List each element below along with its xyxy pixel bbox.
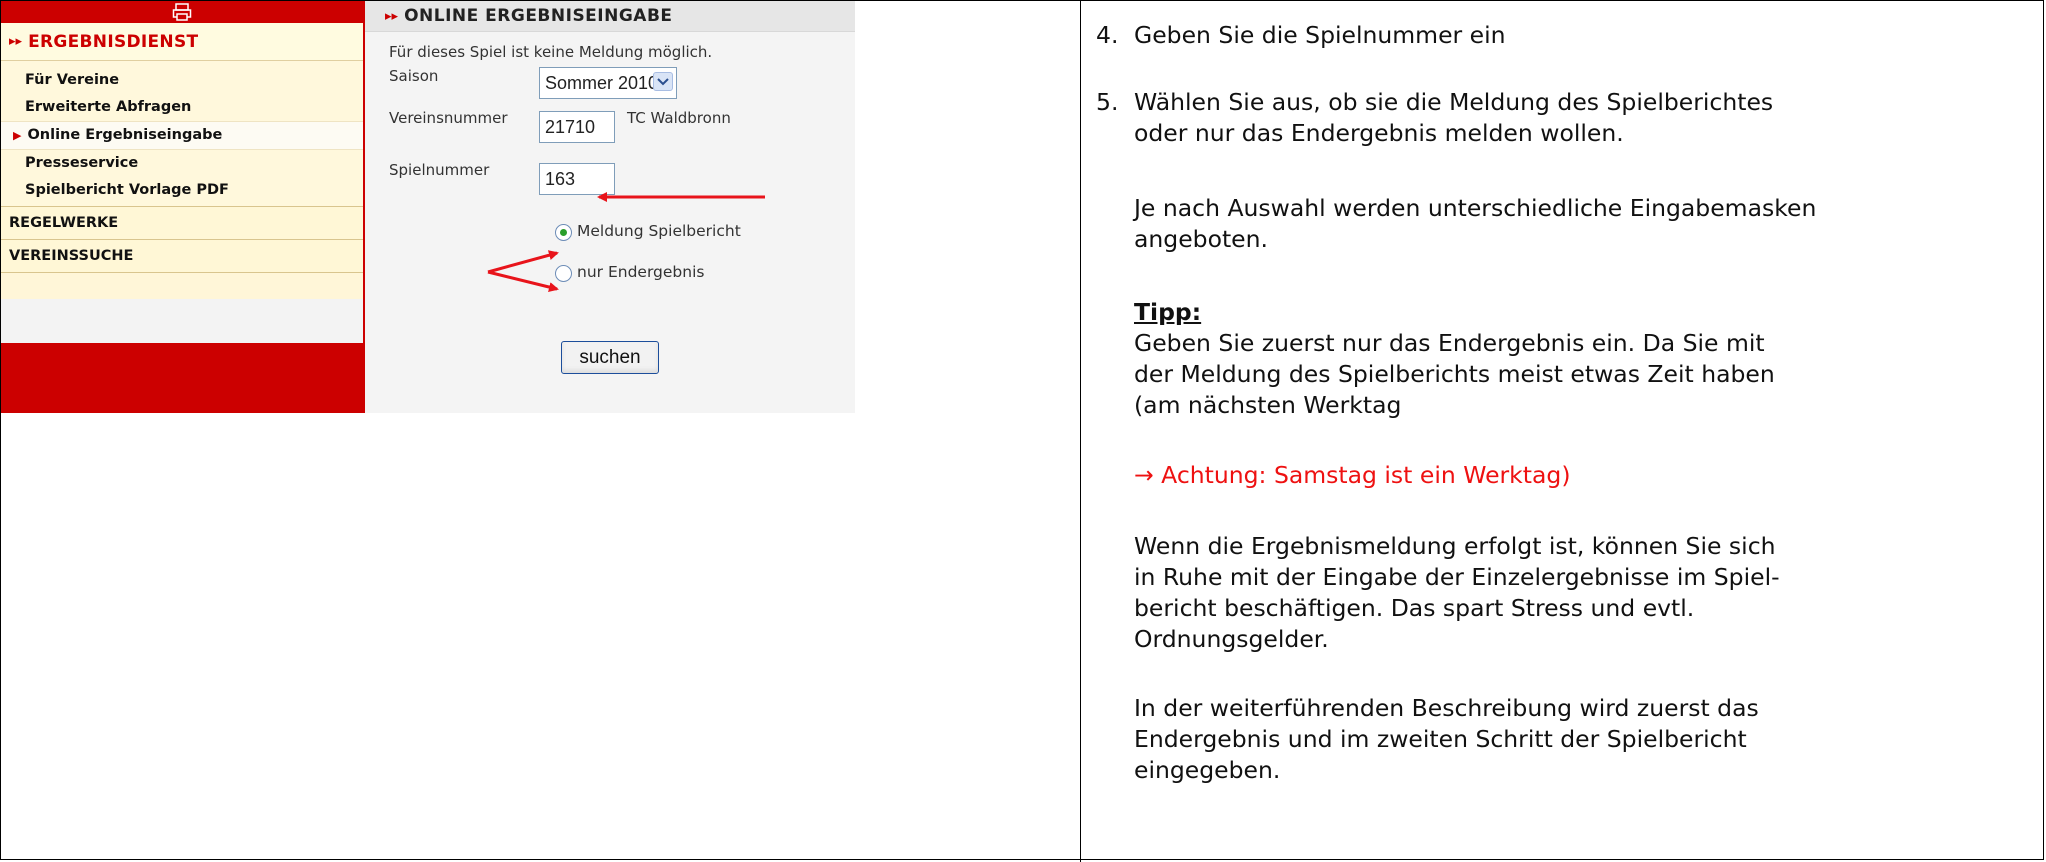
after-line-3: bericht beschäftigen. Das spart Stress u… [1134, 594, 1695, 622]
radio-endergebnis-label: nur Endergebnis [577, 263, 705, 281]
double-chevron-icon: ▸▸ [9, 34, 23, 49]
double-chevron-icon: ▸▸ [385, 8, 399, 24]
saison-select[interactable]: Sommer 2010 [539, 67, 677, 99]
sidebar-item-list: Für Vereine Erweiterte Abfragen ▶ Online … [1, 61, 363, 206]
note-line-1: Je nach Auswahl werden unterschiedliche … [1134, 194, 1817, 222]
spielnummer-input[interactable]: 163 [539, 163, 615, 195]
sidebar-item-spielbericht-vorlage[interactable]: Spielbericht Vorlage PDF [1, 177, 363, 204]
note-line-2: angeboten. [1134, 225, 1269, 253]
step-5-line-2: oder nur das Endergebnis melden wollen. [1134, 119, 1624, 147]
after-line-2: in Ruhe mit der Eingabe der Einzelergebn… [1134, 563, 1780, 591]
saison-label: Saison [389, 67, 439, 85]
final-line-1: In der weiterführenden Beschreibung wird… [1134, 694, 1759, 722]
sidebar-item-online-ergebniseingabe[interactable]: ▶ Online Ergebniseingabe [1, 121, 363, 150]
final-line-2: Endergebnis und im zweiten Schritt der S… [1134, 725, 1747, 753]
suchen-button[interactable]: suchen [561, 341, 659, 374]
sidebar-item-fuer-vereine[interactable]: Für Vereine [1, 67, 363, 94]
sidebar-section-title: ERGEBNISDIENST [28, 31, 199, 52]
after-line-4: Ordnungsgelder. [1134, 625, 1329, 653]
sidebar-category-regelwerke[interactable]: REGELWERKE [1, 206, 363, 240]
sidebar-spacer [1, 273, 363, 299]
sidebar-header [1, 1, 363, 23]
column-divider [1080, 0, 1081, 862]
warning-text: → Achtung: Samstag ist ein Werktag) [1134, 461, 1571, 489]
sidebar: ▸▸ ERGEBNISDIENST Für Vereine Erweiterte… [1, 1, 365, 413]
radio-selected-dot [560, 229, 567, 236]
printer-icon[interactable] [172, 3, 192, 21]
step-5-number: 5. [1096, 88, 1119, 116]
sidebar-category-vereinssuche[interactable]: VEREINSSUCHE [1, 240, 363, 273]
status-message: Für dieses Spiel ist keine Meldung mögli… [389, 43, 713, 61]
tip-heading: Tipp: [1134, 298, 1202, 326]
saison-select-value: Sommer 2010 [545, 72, 659, 93]
step-4-text: Geben Sie die Spielnummer ein [1134, 21, 1506, 49]
radio-nur-endergebnis[interactable] [555, 265, 572, 282]
spielnummer-label: Spielnummer [389, 161, 490, 179]
radio-meldung-spielbericht[interactable] [555, 224, 572, 241]
sidebar-footer [1, 343, 363, 413]
chevron-down-icon [653, 72, 673, 91]
radio-meldung-label: Meldung Spielbericht [577, 222, 741, 240]
tip-line-1: Geben Sie zuerst nur das Endergebnis ein… [1134, 329, 1765, 357]
sidebar-item-erweiterte-abfragen[interactable]: Erweiterte Abfragen [1, 94, 363, 121]
ergebniseingabe-panel: ▸▸ ONLINE ERGEBNISEINGABE Für dieses Spi… [365, 1, 855, 413]
sidebar-item-presseservice[interactable]: Presseservice [1, 150, 363, 177]
sidebar-section-ergebnisdienst[interactable]: ▸▸ ERGEBNISDIENST [1, 23, 363, 61]
vereinsname-label: TC Waldbronn [627, 109, 731, 127]
tip-line-2: der Meldung des Spielberichts meist etwa… [1134, 360, 1775, 388]
tip-line-3: (am nächsten Werktag [1134, 391, 1402, 419]
after-line-1: Wenn die Ergebnismeldung erfolgt ist, kö… [1134, 532, 1776, 560]
triangle-right-icon: ▶ [13, 129, 22, 142]
panel-header: ▸▸ ONLINE ERGEBNISEINGABE [365, 1, 855, 32]
step-5-line-1: Wählen Sie aus, ob sie die Meldung des S… [1134, 88, 1774, 116]
step-4-number: 4. [1096, 21, 1119, 49]
sidebar-item-label: Online Ergebniseingabe [27, 127, 223, 143]
vereinsnummer-input[interactable]: 21710 [539, 111, 615, 143]
vereinsnummer-label: Vereinsnummer [389, 109, 508, 127]
embedded-screenshot: ▸▸ ERGEBNISDIENST Für Vereine Erweiterte… [1, 1, 855, 413]
panel-title: ONLINE ERGEBNISEINGABE [404, 6, 673, 26]
final-line-3: eingegeben. [1134, 756, 1281, 784]
